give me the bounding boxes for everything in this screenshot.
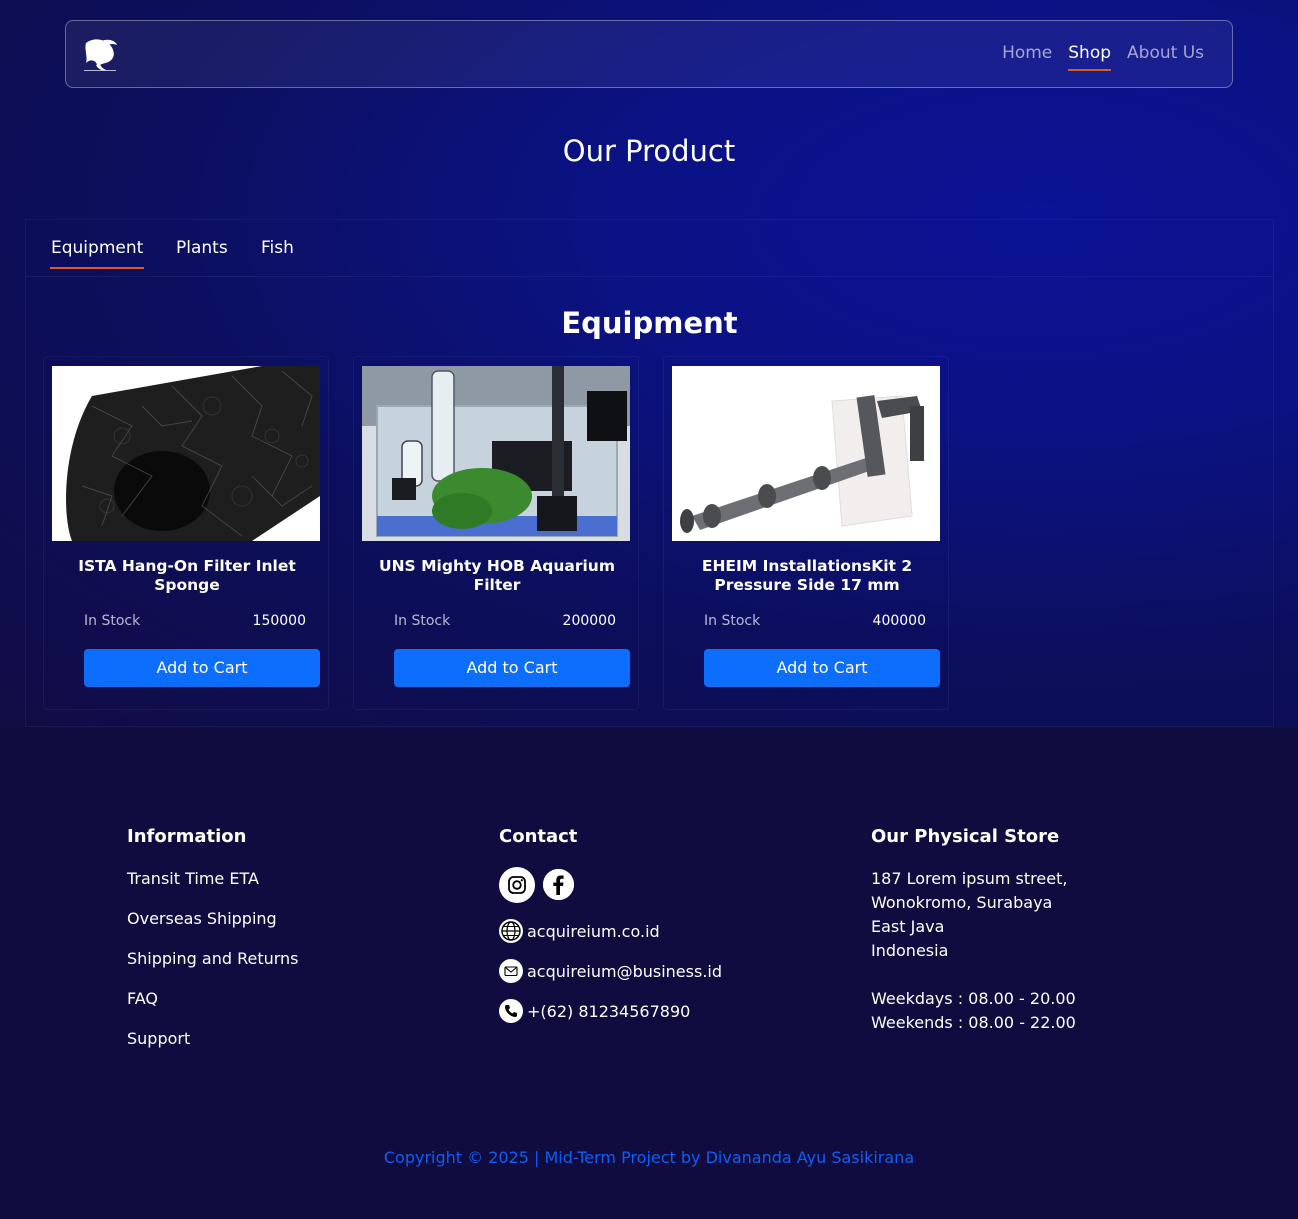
phone-text: +(62) 81234567890 xyxy=(527,1001,691,1021)
stock-status: In Stock xyxy=(394,613,451,629)
product-name: UNS Mighty HOB Aquarium Filter xyxy=(379,557,615,594)
stock-status: In Stock xyxy=(704,613,761,629)
contact-heading: Contact xyxy=(499,826,578,847)
product-price: 150000 xyxy=(252,613,306,629)
link-support[interactable]: Support xyxy=(127,1027,299,1067)
email-text: acquireium@business.id xyxy=(527,961,723,981)
stock-status: In Stock xyxy=(84,613,141,629)
product-panel: Equipment Plants Fish Equipment ISTA Han… xyxy=(25,219,1274,727)
product-image-eheim-kit xyxy=(672,366,940,541)
link-shipping-returns[interactable]: Shipping and Returns xyxy=(127,947,299,987)
product-image-hob-filter xyxy=(362,366,630,541)
phone-icon xyxy=(499,999,523,1023)
product-card: ISTA Hang-On Filter Inlet Sponge In Stoc… xyxy=(43,356,329,710)
hours-weekends: Weekends : 08.00 - 22.00 xyxy=(871,1013,1076,1032)
address-line: East Java xyxy=(871,917,945,936)
footer-contact: Contact acquireium.co.id acquireium@busi… xyxy=(499,826,722,1031)
add-to-cart-button[interactable]: Add to Cart xyxy=(704,649,940,687)
nav-shop[interactable]: Shop xyxy=(1060,41,1119,71)
copyright-text: Copyright © 2025 | Mid-Term Project by D… xyxy=(383,1148,915,1167)
category-tabs: Equipment Plants Fish xyxy=(26,220,1273,277)
add-to-cart-button[interactable]: Add to Cart xyxy=(394,649,630,687)
product-card: EHEIM InstallationsKit 2 Pressure Side 1… xyxy=(663,356,949,710)
globe-icon xyxy=(499,919,523,943)
navbar: Home Shop About Us xyxy=(65,20,1233,88)
contact-email[interactable]: acquireium@business.id xyxy=(499,951,722,991)
information-heading: Information xyxy=(127,826,247,847)
section-title: Equipment xyxy=(561,306,738,340)
link-faq[interactable]: FAQ xyxy=(127,987,299,1027)
nav-home[interactable]: Home xyxy=(994,41,1060,71)
address-line: Wonokromo, Surabaya xyxy=(871,893,1053,912)
logo[interactable] xyxy=(80,35,120,75)
page-title: Our Product xyxy=(562,134,736,168)
nav-about-us[interactable]: About Us xyxy=(1119,41,1212,71)
footer-store: Our Physical Store 187 Lorem ipsum stree… xyxy=(871,826,1076,1035)
nav-links: Home Shop About Us xyxy=(994,41,1212,71)
facebook-icon[interactable] xyxy=(543,869,574,900)
product-card: UNS Mighty HOB Aquarium Filter In Stock … xyxy=(353,356,639,710)
betta-fish-logo-icon xyxy=(84,39,117,71)
product-price: 200000 xyxy=(562,613,616,629)
contact-website[interactable]: acquireium.co.id xyxy=(499,911,722,951)
product-name: EHEIM InstallationsKit 2 Pressure Side 1… xyxy=(701,557,913,594)
tab-plants[interactable]: Plants xyxy=(176,237,228,267)
product-image-sponge xyxy=(52,366,320,541)
tab-fish[interactable]: Fish xyxy=(261,237,294,267)
hours-weekdays: Weekdays : 08.00 - 20.00 xyxy=(871,989,1076,1008)
link-transit-time[interactable]: Transit Time ETA xyxy=(127,867,299,907)
mail-icon xyxy=(499,959,523,983)
tab-equipment[interactable]: Equipment xyxy=(49,237,145,269)
product-price: 400000 xyxy=(872,613,926,629)
pipe-installation-kit-image xyxy=(672,366,940,541)
link-overseas-shipping[interactable]: Overseas Shipping xyxy=(127,907,299,947)
address-line: 187 Lorem ipsum street, xyxy=(871,869,1068,888)
store-heading: Our Physical Store xyxy=(871,826,1060,847)
add-to-cart-button[interactable]: Add to Cart xyxy=(84,649,320,687)
instagram-icon[interactable] xyxy=(499,867,535,903)
social-links xyxy=(499,867,722,903)
footer-information: Information Transit Time ETA Overseas Sh… xyxy=(127,826,299,1067)
contact-phone[interactable]: +(62) 81234567890 xyxy=(499,991,722,1031)
website-text: acquireium.co.id xyxy=(527,921,660,941)
product-name: ISTA Hang-On Filter Inlet Sponge xyxy=(78,557,296,594)
filter-sponge-image xyxy=(52,366,320,541)
address-line: Indonesia xyxy=(871,941,949,960)
aquarium-tank-image xyxy=(362,366,630,541)
